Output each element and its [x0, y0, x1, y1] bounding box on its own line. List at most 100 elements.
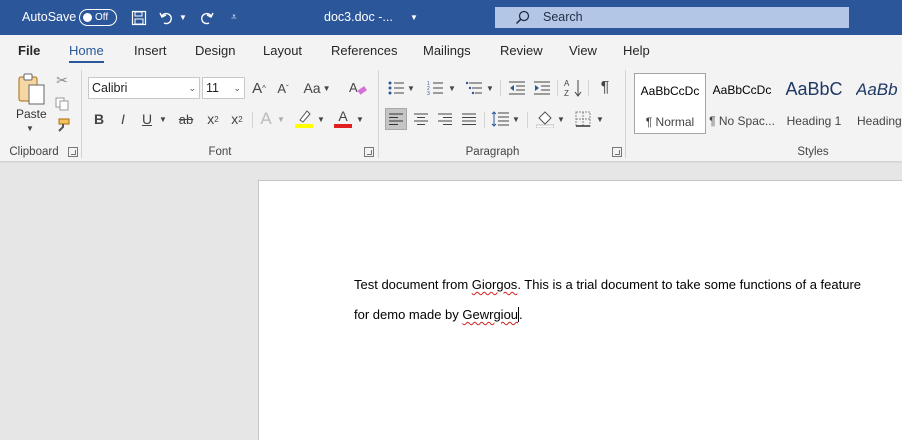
numbering-dropdown-icon[interactable]: ▼	[447, 78, 457, 98]
search-icon	[515, 10, 530, 25]
shading-dropdown-icon[interactable]: ▼	[556, 109, 566, 129]
strikethrough-button[interactable]: ab	[175, 109, 197, 129]
tab-insert[interactable]: Insert	[134, 35, 167, 66]
borders-dropdown-icon[interactable]: ▼	[595, 109, 605, 129]
style-preview: AaBb	[856, 80, 898, 99]
svg-text:Z: Z	[564, 89, 569, 98]
tab-layout[interactable]: Layout	[263, 35, 302, 66]
undo-dropdown-icon[interactable]: ▼	[178, 7, 188, 28]
tab-view[interactable]: View	[569, 35, 597, 66]
decrease-indent-icon[interactable]	[507, 78, 527, 98]
style-name: Heading 1	[786, 114, 842, 128]
paragraph-group-label: Paragraph	[465, 146, 520, 158]
style-heading-2[interactable]: AaBb Heading	[850, 73, 902, 134]
autosave-toggle[interactable]: Off	[79, 9, 117, 26]
bullets-dropdown-icon[interactable]: ▼	[406, 78, 416, 98]
redo-icon[interactable]	[196, 7, 216, 28]
separator	[484, 112, 485, 128]
style-normal[interactable]: AaBbCcDc ¶ Normal	[634, 73, 706, 134]
copy-icon[interactable]	[54, 96, 70, 112]
align-center-icon[interactable]	[410, 108, 432, 130]
font-size-dropdown[interactable]: 11 ⌄	[202, 77, 245, 99]
toggle-knob	[83, 13, 92, 22]
style-name: Heading	[857, 114, 902, 128]
multilevel-dropdown-icon[interactable]: ▼	[485, 78, 495, 98]
separator	[252, 112, 253, 128]
grow-font-icon[interactable]: A ^	[249, 78, 269, 98]
document-page[interactable]: Test document from Giorgos. This is a tr…	[258, 180, 902, 440]
font-name-dropdown[interactable]: Calibri ⌄	[88, 77, 200, 99]
ribbon-tabs: File Home Insert Design Layout Reference…	[0, 35, 902, 66]
paste-dropdown-icon[interactable]: ▼	[24, 123, 36, 133]
style-heading-1[interactable]: AaBbC Heading 1	[778, 73, 850, 134]
bold-button[interactable]: B	[90, 109, 108, 129]
shrink-font-icon[interactable]: Aˇ	[273, 78, 293, 98]
chevron-down-icon: ⌄	[188, 83, 196, 93]
save-icon[interactable]	[129, 7, 149, 28]
shading-icon[interactable]	[534, 108, 556, 130]
highlight-dropdown-icon[interactable]: ▼	[316, 109, 326, 129]
ribbon-home: Paste ▼ ✂ Clipboard Calibri ⌄ 11 ⌄ A ^ Aˇ…	[0, 66, 902, 162]
text-effects-dropdown-icon[interactable]: ▼	[276, 109, 286, 129]
tab-mailings[interactable]: Mailings	[423, 35, 471, 66]
svg-text:3: 3	[427, 91, 430, 95]
style-name: ¶ No Spac...	[709, 114, 775, 128]
misspelled-word[interactable]: Gewrgiou	[462, 307, 518, 322]
font-color-icon[interactable]: A	[333, 107, 353, 129]
superscript-button[interactable]: x2	[227, 109, 247, 129]
bullets-icon[interactable]	[386, 78, 406, 98]
multilevel-list-icon[interactable]	[464, 78, 484, 98]
highlight-icon[interactable]	[294, 107, 314, 129]
superscript-label: x	[231, 111, 239, 127]
document-line[interactable]: Test document from Giorgos. This is a tr…	[354, 277, 861, 292]
paste-icon[interactable]	[14, 72, 48, 108]
subscript-button[interactable]: x2	[203, 109, 223, 129]
tab-design[interactable]: Design	[195, 35, 235, 66]
underline-dropdown-icon[interactable]: ▼	[158, 109, 168, 129]
customize-qat-icon[interactable]: ⩡	[228, 7, 240, 28]
style-preview: AaBbC	[785, 79, 843, 99]
align-right-icon[interactable]	[434, 108, 456, 130]
tab-review[interactable]: Review	[500, 35, 543, 66]
document-line[interactable]: for demo made by Gewrgiou.	[354, 307, 523, 322]
justify-icon[interactable]	[458, 108, 480, 130]
line-spacing-icon[interactable]	[489, 108, 511, 130]
undo-icon[interactable]	[157, 7, 177, 28]
autosave-state: Off	[95, 12, 109, 23]
clipboard-launcher-icon[interactable]	[68, 147, 78, 157]
tab-references[interactable]: References	[331, 35, 397, 66]
font-color-label: A	[338, 108, 348, 124]
tab-help[interactable]: Help	[623, 35, 650, 66]
paragraph-launcher-icon[interactable]	[612, 147, 622, 157]
tab-file[interactable]: File	[18, 35, 40, 66]
italic-button[interactable]: I	[114, 109, 132, 129]
document-area[interactable]: Test document from Giorgos. This is a tr…	[0, 163, 902, 440]
font-color-dropdown-icon[interactable]: ▼	[355, 109, 365, 129]
format-painter-icon[interactable]	[54, 118, 70, 134]
title-dropdown-icon[interactable]: ▼	[409, 7, 419, 28]
misspelled-word[interactable]: Giorgos	[472, 277, 518, 292]
document-title: doc3.doc -...	[324, 10, 393, 24]
clear-formatting-icon[interactable]: A	[347, 78, 369, 98]
text-effects-button[interactable]: A	[256, 109, 276, 129]
tab-home[interactable]: Home	[69, 35, 104, 66]
font-name-value: Calibri	[92, 81, 128, 95]
numbering-icon[interactable]: 123	[425, 78, 445, 98]
font-size-value: 11	[206, 81, 219, 95]
font-launcher-icon[interactable]	[364, 147, 374, 157]
sort-icon[interactable]: AZ	[563, 76, 585, 100]
separator	[500, 80, 501, 96]
cut-icon[interactable]: ✂	[54, 72, 70, 88]
search-box[interactable]: Search	[495, 7, 849, 28]
underline-button[interactable]: U	[138, 109, 156, 129]
separator	[625, 70, 626, 158]
show-formatting-marks-icon[interactable]: ¶	[595, 78, 615, 98]
change-case-button[interactable]: Aa ▼	[302, 78, 332, 98]
align-left-icon[interactable]	[385, 108, 407, 130]
borders-icon[interactable]	[572, 108, 594, 130]
style-no-spacing[interactable]: AaBbCcDc ¶ No Spac...	[706, 73, 778, 134]
increase-indent-icon[interactable]	[532, 78, 552, 98]
text-run: . This is a trial document to take some …	[517, 277, 862, 292]
line-spacing-dropdown-icon[interactable]: ▼	[511, 109, 521, 129]
paste-label[interactable]: Paste	[16, 107, 47, 121]
